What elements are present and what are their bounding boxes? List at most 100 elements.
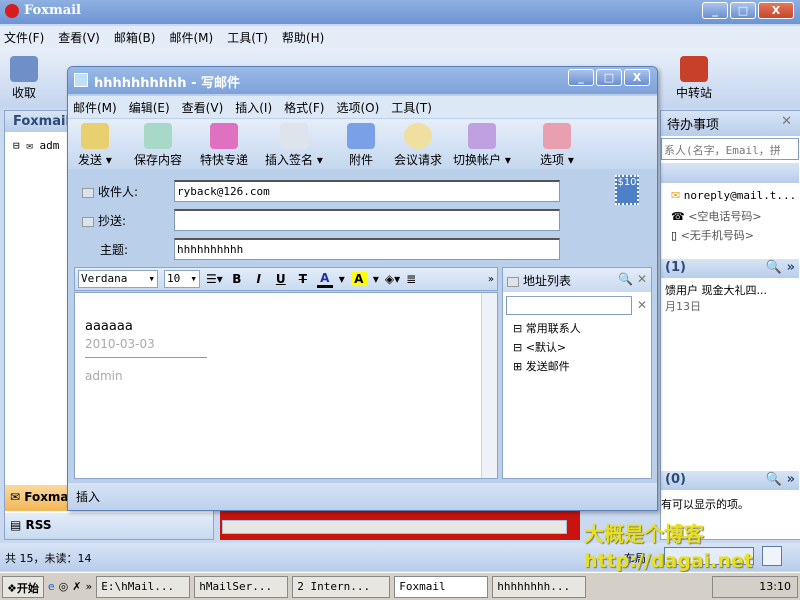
watermark-text: 大概是个博客 [584, 522, 704, 546]
cc-label[interactable]: 抄送: [82, 212, 126, 229]
save-button[interactable]: 保存内容 [134, 123, 182, 168]
cmenu-mail[interactable]: 邮件(M) [73, 99, 117, 115]
italic-button[interactable]: I [251, 272, 267, 286]
tool-icon[interactable]: ✗ [72, 580, 81, 593]
compose-title: hhhhhhhhhh - 写邮件 [94, 76, 240, 91]
maximize-button[interactable]: □ [730, 2, 756, 19]
font-color-button[interactable]: A [316, 271, 333, 288]
contact-email-text: noreply@mail.t... [683, 189, 797, 202]
menu-view[interactable]: 查看(V) [58, 29, 100, 45]
task-explorer[interactable]: E:\hMail... [96, 575, 191, 598]
main-menu-bar: 文件(F) 查看(V) 邮箱(B) 邮件(M) 工具(T) 帮助(H) [0, 26, 800, 48]
search-close-icons[interactable]: 🔍 ✕ [618, 272, 647, 286]
mail-item[interactable]: 馈用户 现金大礼四... 月13日 [665, 282, 767, 314]
subject-field[interactable]: hhhhhhhhhh [174, 238, 560, 260]
contact-email[interactable]: ✉ noreply@mail.t... [661, 189, 799, 208]
close-icon[interactable]: ✕ [781, 114, 792, 129]
contact-search-input[interactable]: 系人(名字，Email，拼 [661, 138, 799, 160]
app-title: Foxmail [24, 3, 81, 18]
group-sent[interactable]: ⊞ 发送邮件 [503, 358, 651, 377]
switch-account-button[interactable]: 切换帐户 ▾ [453, 123, 511, 168]
close-button[interactable]: X [758, 2, 794, 19]
message-body[interactable]: aaaaaa 2010-03-03 admin [74, 292, 498, 479]
meeting-button[interactable]: 会议请求 [394, 123, 442, 168]
clear-icon[interactable]: ✕ [637, 298, 647, 312]
menu-file[interactable]: 文件(F) [4, 29, 44, 45]
address-book-icon [82, 187, 94, 198]
ie-icon[interactable]: e [48, 580, 55, 593]
compose-minimize-button[interactable]: _ [568, 69, 594, 86]
menu-help[interactable]: 帮助(H) [282, 29, 324, 45]
taskbar: ❖开始 e ◎ ✗ » E:\hMail... hMailSer... 2 Inte… [0, 572, 800, 600]
cmenu-tools[interactable]: 工具(T) [391, 99, 432, 115]
underline-button[interactable]: U [273, 272, 289, 286]
fill-color-icon[interactable]: ◈▾ [385, 272, 400, 286]
address-list-panel: 地址列表 🔍 ✕ ✕ ⊟ 常用联系人 ⊟ <默认> ⊞ 发送邮件 [502, 267, 652, 479]
main-title-bar: Foxmail [0, 0, 800, 24]
menu-tools[interactable]: 工具(T) [227, 29, 268, 45]
relay-label: 中转站 [676, 86, 713, 100]
compose-close-button[interactable]: X [624, 69, 650, 86]
foxmail-logo-icon [5, 4, 19, 18]
horizontal-scrollbar[interactable] [222, 520, 567, 534]
contact-section-header [661, 163, 799, 183]
group-default[interactable]: ⊟ <默认> [503, 339, 651, 358]
empty-message: 有可以显示的项。 [661, 498, 749, 511]
strikethrough-button[interactable]: T [295, 272, 311, 286]
body-signature: admin [85, 369, 123, 383]
body-date: 2010-03-03 [85, 337, 155, 351]
menu-mail[interactable]: 邮件(M) [169, 29, 213, 45]
receive-button[interactable]: 收取 [10, 56, 38, 101]
bold-button[interactable]: B [229, 272, 245, 286]
size-select[interactable]: 10 ▾ [164, 270, 200, 288]
layout-toggle-button[interactable] [762, 546, 782, 566]
highlight-button[interactable]: A [350, 272, 367, 286]
compose-maximize-button[interactable]: □ [596, 69, 622, 86]
express-button[interactable]: 特快专递 [200, 123, 248, 168]
align-icon[interactable]: ≣ [406, 272, 416, 286]
task-ie[interactable]: 2 Intern... [292, 575, 391, 598]
font-select[interactable]: Verdana ▾ [78, 270, 158, 288]
cmenu-insert[interactable]: 插入(I) [235, 99, 272, 115]
mail-item-subject: 馈用户 现金大礼四... [665, 284, 767, 297]
attachment-button[interactable]: 附件 [347, 123, 375, 168]
minimize-button[interactable]: _ [702, 2, 728, 19]
compose-menu-bar: 邮件(M) 编辑(E) 查看(V) 插入(I) 格式(F) 选项(O) 工具(T… [68, 96, 657, 118]
signature-button[interactable]: 插入签名 ▾ [265, 123, 323, 168]
vertical-scrollbar[interactable] [481, 293, 497, 478]
more-icon[interactable]: » [488, 274, 494, 285]
cmenu-options[interactable]: 选项(O) [336, 99, 379, 115]
mail-item-date: 月13日 [665, 300, 701, 313]
compose-toolbar: 发送 ▾ 保存内容 特快专递 插入签名 ▾ 附件 会议请求 切换帐户 ▾ 选项 … [68, 119, 657, 169]
to-label[interactable]: 收件人: [82, 183, 138, 200]
group-frequent[interactable]: ⊟ 常用联系人 [503, 320, 651, 339]
start-button[interactable]: ❖开始 [2, 575, 44, 598]
outlook-icon[interactable]: ◎ [59, 580, 69, 593]
task-foxmail[interactable]: Foxmail [394, 575, 489, 598]
account-node[interactable]: ⊟ ✉ adm [13, 139, 59, 152]
task-hmailserver[interactable]: hMailSer... [194, 575, 289, 598]
mail-icon: ✉ [671, 189, 684, 202]
task-compose[interactable]: hhhhhhhh... [492, 575, 587, 598]
mail-section-header: (1) 🔍 » [661, 259, 799, 278]
to-field[interactable]: ryback@126.com [174, 180, 560, 202]
tab-rss[interactable]: ▤ RSS [5, 513, 213, 539]
line-spacing-icon[interactable]: ☰▾ [206, 272, 223, 286]
paperclip-icon [347, 123, 375, 149]
cc-field[interactable] [174, 209, 560, 231]
save-icon [144, 123, 172, 149]
options-button[interactable]: 选项 ▾ [540, 123, 574, 168]
watermark-url: http://dagai.net [584, 550, 753, 572]
relay-button[interactable]: 中转站 [676, 56, 712, 101]
cmenu-view[interactable]: 查看(V) [182, 99, 224, 115]
address-search-input[interactable] [506, 296, 632, 315]
cmenu-format[interactable]: 格式(F) [284, 99, 324, 115]
compose-status-bar: 插入 [68, 483, 657, 510]
address-book-icon [82, 216, 94, 227]
send-button[interactable]: 发送 ▾ [78, 123, 112, 168]
stamp-icon[interactable]: $10 [615, 175, 639, 205]
menu-mailbox[interactable]: 邮箱(B) [114, 29, 156, 45]
cmenu-edit[interactable]: 编辑(E) [129, 99, 170, 115]
chevron-down-icon: ▾ [148, 272, 155, 285]
address-list-title: 地址列表 [523, 274, 572, 288]
